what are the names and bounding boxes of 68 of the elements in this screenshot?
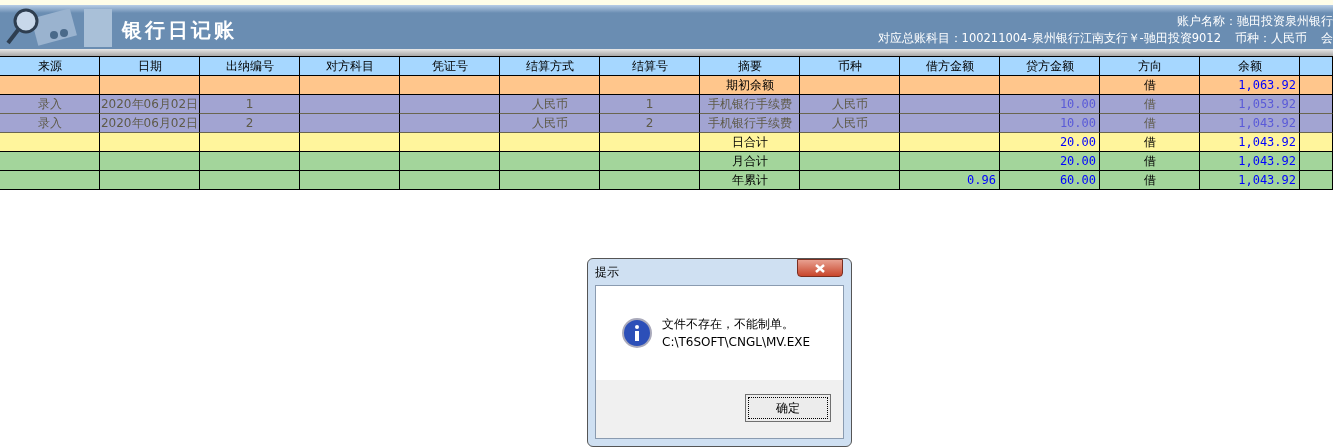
- column-header[interactable]: 方向: [1100, 57, 1200, 76]
- column-header[interactable]: 余额: [1200, 57, 1300, 76]
- table-cell: 月合计: [700, 152, 800, 171]
- table-cell: [1300, 171, 1333, 190]
- page-title: 银行日记账: [122, 16, 237, 44]
- column-header[interactable]: 币种: [800, 57, 900, 76]
- cut-label: 会: [1321, 30, 1333, 47]
- table-cell: 1,043.92: [1200, 114, 1300, 133]
- ok-button[interactable]: 确定: [745, 394, 831, 422]
- table-cell: 0.96: [900, 171, 1000, 190]
- table-cell: [1300, 152, 1333, 171]
- table-cell: 2: [200, 114, 300, 133]
- table-cell: 1,043.92: [1200, 133, 1300, 152]
- table-cell: 1,043.92: [1200, 171, 1300, 190]
- table-cell: 借: [1100, 76, 1200, 95]
- file-path: C:\T6SOFT\CNGL\MV.EXE: [662, 334, 811, 351]
- table-cell: 2: [600, 114, 700, 133]
- table-cell: 借: [1100, 171, 1200, 190]
- table-cell: 借: [1100, 95, 1200, 114]
- table-cell: 人民币: [800, 114, 900, 133]
- table-cell: 手机银行手续费: [700, 114, 800, 133]
- column-header[interactable]: 借方金额: [900, 57, 1000, 76]
- table-cell: 1,053.92: [1200, 95, 1300, 114]
- table-cell: 20.00: [1000, 133, 1100, 152]
- table-cell: 60.00: [1000, 171, 1100, 190]
- ledger-account: 对应总账科目：100211004-泉州银行江南支行￥-驰田投资9012: [877, 30, 1221, 47]
- table-cell: 2020年06月02日: [100, 114, 200, 133]
- column-header[interactable]: 结算号: [600, 57, 700, 76]
- table-cell: [1300, 76, 1333, 95]
- table-cell: 1,043.92: [1200, 152, 1300, 171]
- column-header[interactable]: 日期: [100, 57, 200, 76]
- table-cell: 2020年06月02日: [100, 95, 200, 114]
- column-header[interactable]: 出纳编号: [200, 57, 300, 76]
- close-button[interactable]: [797, 259, 843, 277]
- table-cell: 录入: [0, 114, 100, 133]
- table-cell: 1: [600, 95, 700, 114]
- table-cell: 借: [1100, 114, 1200, 133]
- dialog-title: 提示: [594, 263, 620, 281]
- table-cell: 人民币: [800, 95, 900, 114]
- table-cell: 年累计: [700, 171, 800, 190]
- table-cell: 人民币: [500, 114, 600, 133]
- table-cell: 借: [1100, 152, 1200, 171]
- table-cell: 10.00: [1000, 95, 1100, 114]
- info-icon: [622, 318, 652, 348]
- dialog-message: 文件不存在，不能制单。: [662, 316, 795, 333]
- table-cell: 期初余额: [700, 76, 800, 95]
- column-header[interactable]: 凭证号: [400, 57, 500, 76]
- table-cell: 日合计: [700, 133, 800, 152]
- table-cell: 人民币: [500, 95, 600, 114]
- table-cell: 手机银行手续费: [700, 95, 800, 114]
- column-header[interactable]: 摘要: [700, 57, 800, 76]
- column-header[interactable]: 贷方金额: [1000, 57, 1100, 76]
- table-cell: [1300, 114, 1333, 133]
- table-cell: 10.00: [1000, 114, 1100, 133]
- column-header[interactable]: 来源: [0, 57, 100, 76]
- currency-label: 币种：人民币: [1235, 30, 1307, 47]
- table-cell: 1: [200, 95, 300, 114]
- table-cell: [1300, 95, 1333, 114]
- table-cell: [1300, 133, 1333, 152]
- column-header[interactable]: 结算方式: [500, 57, 600, 76]
- magnifier-money-icon: [4, 5, 112, 49]
- table-cell: 录入: [0, 95, 100, 114]
- close-icon: [815, 263, 825, 273]
- table-cell: 20.00: [1000, 152, 1100, 171]
- account-name: 账户名称：驰田投资泉州银行: [1177, 13, 1333, 30]
- table-cell: 借: [1100, 133, 1200, 152]
- table-cell: 1,063.92: [1200, 76, 1300, 95]
- column-header[interactable]: 对方科目: [300, 57, 400, 76]
